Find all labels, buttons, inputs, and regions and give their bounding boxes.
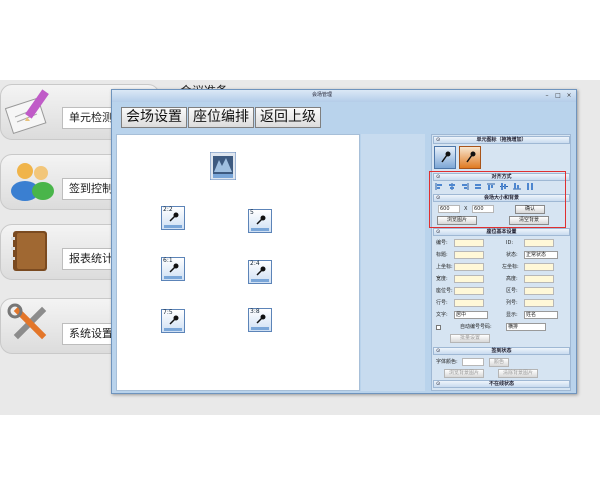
- row-no-field[interactable]: [454, 299, 484, 307]
- tools-icon: [7, 303, 47, 340]
- zone-field[interactable]: [524, 287, 554, 295]
- unit-bar: [164, 328, 182, 331]
- microphone-icon: [441, 151, 451, 163]
- code-field[interactable]: [454, 239, 484, 247]
- offline-title: 不在线状态: [488, 381, 514, 387]
- top-coord-field[interactable]: [454, 263, 484, 271]
- unit-icon-blue[interactable]: [434, 146, 456, 169]
- unit-icons-title: 单元图标（拖拽增加）: [476, 137, 527, 143]
- mic-unit[interactable]: 7:5: [161, 309, 185, 333]
- microphone-icon: [169, 212, 179, 222]
- status-value: 正常状态: [526, 252, 547, 258]
- signin-color-button[interactable]: 颜色: [489, 358, 509, 367]
- mic-unit[interactable]: 2:4: [248, 260, 272, 284]
- col-no-field[interactable]: [524, 299, 554, 307]
- collapse-icon[interactable]: ⊙: [436, 381, 440, 388]
- seat-settings-header[interactable]: ⊙ 座位基本设置: [433, 228, 570, 236]
- status-label: 状态:: [506, 252, 518, 258]
- unit-icon-orange[interactable]: [459, 146, 481, 169]
- collapse-icon[interactable]: ⊙: [436, 229, 440, 236]
- window-titlebar[interactable]: 会场管理 – □ ×: [112, 90, 576, 102]
- users-icon: [11, 163, 54, 201]
- window-title: 会场管理: [312, 92, 333, 98]
- tab-seat-arrangement[interactable]: 座位编排: [188, 107, 254, 128]
- display-label: 显示:: [506, 312, 518, 318]
- microphone-icon: [256, 314, 266, 324]
- mic-unit[interactable]: 2:2: [161, 206, 185, 230]
- mic-unit[interactable]: 6:1: [161, 257, 185, 281]
- microphone-icon: [256, 215, 266, 225]
- unit-icons-header[interactable]: ⊙ 单元图标（拖拽增加）: [433, 136, 570, 144]
- collapse-icon[interactable]: ⊙: [436, 137, 440, 144]
- unit-bar: [164, 225, 182, 228]
- maximize-icon[interactable]: □: [554, 92, 562, 99]
- code-label: 编号:: [436, 240, 448, 246]
- signin-font-color-swatch[interactable]: [462, 358, 484, 366]
- highlight-box: [429, 171, 566, 228]
- tag-field[interactable]: [454, 251, 484, 259]
- signin-browse-bg-button[interactable]: 浏览背景图片: [444, 369, 484, 378]
- unit-id: 5: [250, 209, 254, 216]
- minimize-icon[interactable]: –: [543, 92, 551, 99]
- id-field[interactable]: [524, 239, 554, 247]
- text-align-select[interactable]: 居中: [454, 311, 488, 319]
- screen: 会议准备 单元检测 签到控制: [0, 0, 600, 500]
- mic-unit[interactable]: 3:8: [248, 308, 272, 332]
- left-coord-label: 左坐标:: [502, 264, 519, 270]
- auto-number-select[interactable]: 横排: [506, 323, 546, 331]
- width-field[interactable]: [454, 275, 484, 283]
- tag-label: 标题:: [436, 252, 448, 258]
- seat-no-field[interactable]: [454, 287, 484, 295]
- venue-canvas[interactable]: 2:2 5 6:1 2:4 7:5 3:8: [116, 134, 360, 391]
- text-label: 文字:: [436, 312, 448, 318]
- batch-set-button[interactable]: 批量设置: [450, 334, 490, 343]
- id-label: ID:: [506, 240, 514, 246]
- notepad-pencil-icon: [5, 89, 49, 134]
- auto-number-value: 横排: [508, 324, 519, 330]
- text-align-value: 居中: [456, 312, 467, 318]
- microphone-icon: [256, 266, 266, 276]
- microphone-icon: [466, 151, 476, 163]
- zone-label: 区号:: [506, 288, 518, 294]
- venue-image-icon[interactable]: [210, 152, 236, 180]
- left-coord-field[interactable]: [524, 263, 554, 271]
- top-coord-label: 上坐标:: [436, 264, 453, 270]
- col-no-label: 列号:: [506, 300, 518, 306]
- auto-number-checkbox[interactable]: [436, 325, 441, 330]
- display-select[interactable]: 姓名: [524, 311, 558, 319]
- tab-venue-settings[interactable]: 会场设置: [121, 107, 187, 128]
- row-no-label: 行号:: [436, 300, 448, 306]
- close-icon[interactable]: ×: [565, 92, 573, 99]
- signin-font-color-label: 字体颜色:: [436, 359, 458, 365]
- unit-bar: [164, 276, 182, 279]
- height-field[interactable]: [524, 275, 554, 283]
- status-select[interactable]: 正常状态: [524, 251, 558, 259]
- signin-clear-bg-button[interactable]: 清除背景图片: [498, 369, 538, 378]
- unit-bar: [251, 327, 269, 330]
- width-label: 宽度:: [436, 276, 448, 282]
- mic-unit[interactable]: 5: [248, 209, 272, 233]
- seat-settings-title: 座位基本设置: [486, 229, 517, 235]
- auto-number-label: 自动编号号码:: [460, 324, 492, 330]
- signin-title: 签到状态: [491, 348, 512, 354]
- venue-management-window: 会场管理 – □ × 会场设置 座位编排 返回上级 2:2 5 6:1 2:4 …: [111, 89, 577, 394]
- signin-header[interactable]: ⊙ 签到状态: [433, 347, 570, 355]
- seat-no-label: 座位号:: [436, 288, 453, 294]
- address-book-icon: [11, 231, 47, 271]
- display-value: 姓名: [526, 312, 537, 318]
- unit-bar: [251, 228, 269, 231]
- tab-back[interactable]: 返回上级: [255, 107, 321, 128]
- height-label: 高度:: [506, 276, 518, 282]
- collapse-icon[interactable]: ⊙: [436, 348, 440, 355]
- unit-bar: [251, 279, 269, 282]
- offline-header[interactable]: ⊙ 不在线状态: [433, 380, 570, 388]
- canvas-side-strip: [361, 134, 425, 391]
- microphone-icon: [169, 263, 179, 273]
- microphone-icon: [169, 315, 179, 325]
